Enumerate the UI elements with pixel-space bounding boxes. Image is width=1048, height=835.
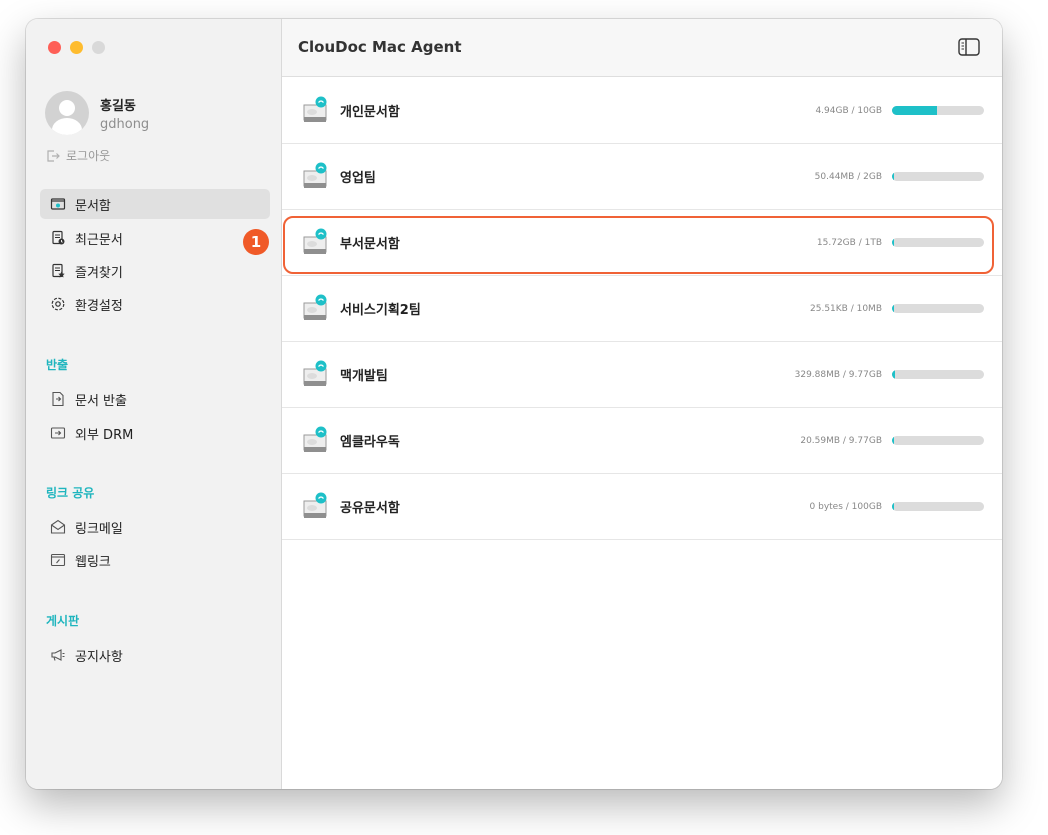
sidebar-item-label: 공지사항	[75, 649, 123, 665]
sidebar-item-external-drm[interactable]: 외부 DRM	[40, 418, 270, 448]
step-badge: 1	[243, 229, 269, 255]
drive-usage: 15.72GB / 1TB	[816, 237, 882, 248]
window-controls	[48, 41, 105, 54]
drive-name: 서비스기획2팀	[340, 303, 421, 318]
usage-bar-fill	[892, 172, 895, 181]
sidebar-item-label: 외부 DRM	[75, 427, 134, 443]
usage-bar	[892, 436, 984, 445]
usage-bar	[892, 238, 984, 247]
favorite-doc-icon	[52, 263, 65, 278]
drive-list: 개인문서함 4.94GB / 10GB 영업팀 50.44MB / 2GB 부서문서함 1…	[282, 78, 1002, 540]
folder-icon	[50, 198, 66, 210]
drive-icon	[303, 294, 327, 320]
usage-bar-fill	[892, 106, 938, 115]
sidebar-item-label: 즐겨찾기	[75, 265, 123, 281]
usage-bar	[892, 106, 984, 115]
drive-name: 부서문서함	[340, 237, 400, 252]
drive-row[interactable]: 개인문서함 4.94GB / 10GB	[282, 78, 1002, 144]
drive-row[interactable]: 엠클라우독 20.59MB / 9.77GB	[282, 408, 1002, 474]
drive-usage: 25.51KB / 10MB	[810, 303, 882, 314]
minimize-window-button[interactable]	[70, 41, 83, 54]
recent-doc-icon	[52, 230, 65, 245]
usage-bar	[892, 172, 984, 181]
sidebar-item-favorites[interactable]: 즐겨찾기	[40, 256, 270, 286]
drive-icon	[303, 360, 327, 386]
drive-icon	[303, 96, 327, 122]
sidebar-item-label: 최근문서	[75, 232, 123, 248]
drive-row[interactable]: 부서문서함 15.72GB / 1TB	[282, 210, 1002, 276]
drive-row[interactable]: 서비스기획2팀 25.51KB / 10MB	[282, 276, 1002, 342]
megaphone-icon	[51, 649, 65, 661]
sidebar-item-label: 링크메일	[75, 521, 123, 537]
sidebar-item-label: 문서 반출	[75, 393, 127, 409]
usage-bar-fill	[892, 304, 894, 313]
user-id: gdhong	[100, 117, 150, 132]
drive-row[interactable]: 공유문서함 0 bytes / 100GB	[282, 474, 1002, 540]
sidebar-item-notice[interactable]: 공지사항	[40, 640, 270, 670]
drive-usage: 329.88MB / 9.77GB	[794, 369, 882, 380]
section-title-board: 게시판	[46, 614, 80, 628]
sidebar-item-doc-export[interactable]: 문서 반출	[40, 384, 270, 414]
drive-icon	[303, 492, 327, 518]
sidebar-item-label: 환경설정	[75, 298, 123, 314]
sidebar-item-label: 웹링크	[75, 554, 111, 570]
sidebar-item-web-link[interactable]: 웹링크	[40, 545, 270, 575]
drive-usage: 20.59MB / 9.77GB	[800, 435, 882, 446]
drive-usage: 4.94GB / 10GB	[815, 105, 882, 116]
logout-label: 로그아웃	[66, 149, 111, 163]
section-title-link: 링크 공유	[46, 486, 95, 500]
user-name: 홍길동	[100, 99, 136, 114]
logout-icon	[47, 149, 60, 162]
section-title-export: 반출	[46, 358, 69, 372]
sidebar-toggle-icon[interactable]	[958, 38, 980, 56]
drive-usage: 50.44MB / 2GB	[814, 171, 882, 182]
drive-name: 공유문서함	[340, 501, 400, 516]
main-panel: ClouDoc Mac Agent 개인문서함 4.94GB / 10GB 영업팀 5…	[282, 19, 1002, 789]
sidebar-item-label: 문서함	[75, 198, 111, 214]
drive-name: 맥개발팀	[340, 369, 388, 384]
link-mail-icon	[50, 519, 66, 534]
sidebar-item-link-mail[interactable]: 링크메일	[40, 512, 270, 542]
drive-row[interactable]: 맥개발팀 329.88MB / 9.77GB	[282, 342, 1002, 408]
usage-bar	[892, 370, 984, 379]
usage-bar-fill	[892, 370, 896, 379]
app-window: 홍길동 gdhong 로그아웃 문서함 최근문서 즐겨찾기 환경설정 반출 문서…	[26, 19, 1002, 789]
title-bar: ClouDoc Mac Agent	[282, 19, 1002, 77]
drive-icon	[303, 426, 327, 452]
usage-bar	[892, 502, 984, 511]
sidebar-item-settings[interactable]: 환경설정	[40, 289, 270, 319]
gear-icon	[51, 297, 65, 311]
drive-name: 엠클라우독	[340, 435, 400, 450]
usage-bar-fill	[892, 502, 894, 511]
logout-button[interactable]: 로그아웃	[46, 147, 110, 164]
drive-icon	[303, 162, 327, 188]
app-title: ClouDoc Mac Agent	[298, 38, 462, 56]
drive-name: 영업팀	[340, 171, 376, 186]
drive-row[interactable]: 영업팀 50.44MB / 2GB	[282, 144, 1002, 210]
sidebar: 홍길동 gdhong 로그아웃 문서함 최근문서 즐겨찾기 환경설정 반출 문서…	[26, 19, 282, 789]
usage-bar-fill	[892, 238, 894, 247]
sidebar-item-documents[interactable]: 문서함	[40, 189, 270, 219]
drive-usage: 0 bytes / 100GB	[809, 501, 882, 512]
web-link-icon	[50, 553, 66, 567]
drive-name: 개인문서함	[340, 105, 400, 120]
doc-export-icon	[52, 391, 64, 407]
external-drm-icon	[50, 427, 66, 439]
close-window-button[interactable]	[48, 41, 61, 54]
usage-bar	[892, 304, 984, 313]
avatar	[45, 91, 89, 135]
sidebar-item-recent[interactable]: 최근문서	[40, 223, 270, 253]
usage-bar-fill	[892, 436, 894, 445]
zoom-window-button[interactable]	[92, 41, 105, 54]
drive-icon	[303, 228, 327, 254]
